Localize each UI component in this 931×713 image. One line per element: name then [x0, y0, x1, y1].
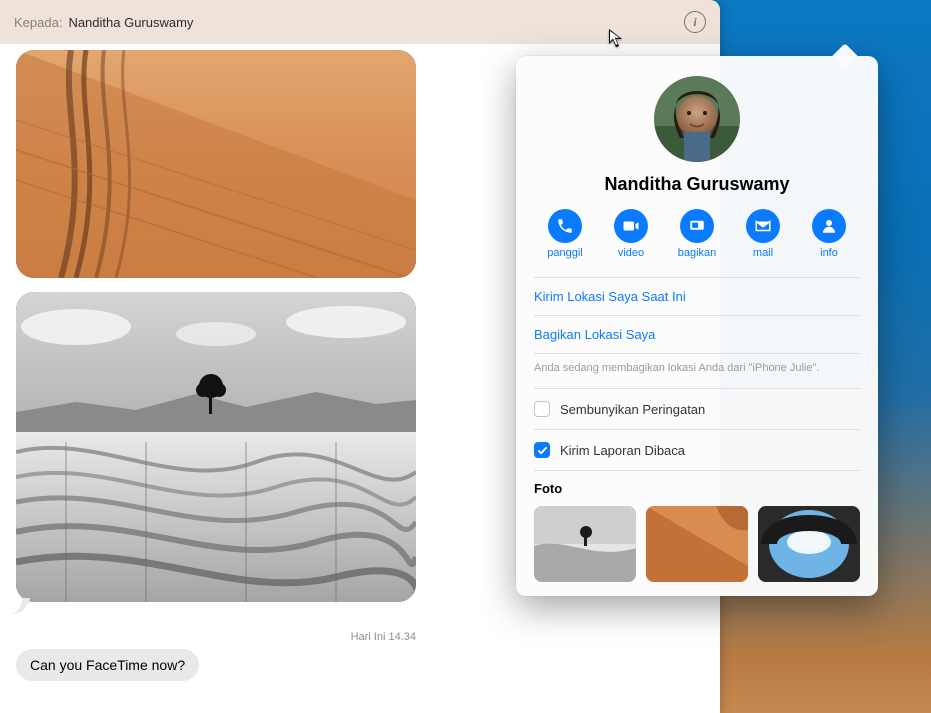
shared-photo-thumbnail[interactable] [758, 506, 860, 582]
share-action[interactable]: bagikan [668, 209, 726, 259]
hide-alerts-checkbox[interactable] [534, 401, 550, 417]
contact-actions-row: panggil video bagikan mail info [536, 209, 858, 259]
popover-contact-name: Nanditha Guruswamy [534, 174, 860, 195]
to-contact-name[interactable]: Nanditha Guruswamy [68, 15, 193, 30]
video-icon [614, 209, 648, 243]
call-action[interactable]: panggil [536, 209, 594, 259]
mail-label: mail [753, 247, 773, 259]
desert-image [16, 50, 416, 278]
send-current-location-link[interactable]: Kirim Lokasi Saya Saat Ini [534, 277, 860, 316]
info-action[interactable]: info [800, 209, 858, 259]
photos-section-title: Foto [534, 470, 860, 506]
video-label: video [618, 247, 644, 259]
shared-photos-row [534, 506, 860, 582]
shared-photo-thumbnail[interactable] [646, 506, 748, 582]
video-action[interactable]: video [602, 209, 660, 259]
share-my-location-link[interactable]: Bagikan Lokasi Saya [534, 316, 860, 354]
info-label: info [820, 247, 838, 259]
bubble-tail-icon [12, 598, 32, 614]
image-attachment-desert[interactable] [16, 50, 416, 278]
person-icon [812, 209, 846, 243]
hide-alerts-row[interactable]: Sembunyikan Peringatan [534, 389, 860, 429]
shared-photo-thumbnail[interactable] [534, 506, 636, 582]
details-button[interactable]: i [684, 11, 706, 33]
info-icon: i [693, 15, 696, 30]
read-receipts-row[interactable]: Kirim Laporan Dibaca [534, 429, 860, 470]
details-popover: Nanditha Guruswamy panggil video bagikan… [516, 56, 878, 596]
incoming-text-message[interactable]: Can you FaceTime now? [16, 649, 704, 681]
read-receipts-label: Kirim Laporan Dibaca [560, 443, 685, 458]
mail-icon [746, 209, 780, 243]
image-attachment-rocks[interactable] [16, 292, 416, 602]
read-receipts-checkbox[interactable] [534, 442, 550, 458]
hide-alerts-label: Sembunyikan Peringatan [560, 402, 705, 417]
to-label: Kepada: [14, 15, 62, 30]
mail-action[interactable]: mail [734, 209, 792, 259]
message-timestamp: Hari Ini 14.34 [16, 631, 416, 643]
contact-avatar[interactable] [654, 76, 740, 162]
share-label: bagikan [678, 247, 717, 259]
checkmark-icon [537, 445, 548, 456]
phone-icon [548, 209, 582, 243]
conversation-header: Kepada: Nanditha Guruswamy i [0, 0, 720, 44]
call-label: panggil [547, 247, 582, 259]
share-screen-icon [680, 209, 714, 243]
rocks-image [16, 292, 416, 602]
message-bubble: Can you FaceTime now? [16, 649, 199, 681]
location-sharing-hint: Anda sedang membagikan lokasi Anda dari … [534, 354, 860, 389]
